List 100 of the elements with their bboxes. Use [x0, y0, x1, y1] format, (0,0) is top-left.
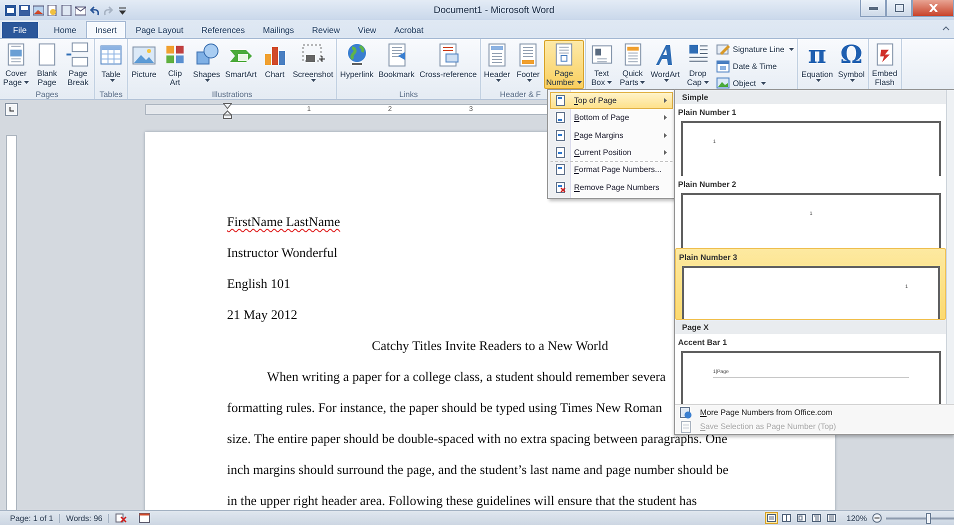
- ribbon-tab[interactable]: References: [193, 22, 253, 38]
- menu-item[interactable]: Page Margins: [550, 126, 673, 144]
- close-icon: [928, 4, 938, 12]
- menu-item[interactable]: Bottom of Page: [550, 109, 673, 127]
- group-label: Illustrations: [210, 90, 254, 99]
- tab-selector[interactable]: [4, 103, 18, 116]
- ribbon-tab[interactable]: Review: [304, 22, 348, 38]
- view-button[interactable]: [780, 512, 793, 524]
- page-icon: [555, 130, 566, 141]
- view-icon: [812, 514, 821, 522]
- page-icon: [555, 112, 566, 124]
- menu-item[interactable]: Format Page Numbers...: [550, 161, 673, 178]
- gallery-item-label: Plain Number 1: [678, 108, 738, 117]
- ribbon-tab[interactable]: Home: [46, 22, 84, 38]
- envelope-icon[interactable]: [75, 4, 86, 16]
- document-icon[interactable]: [61, 4, 72, 16]
- document-text: formatting rules. For instance, the paper should be typed using Times New Roman: [227, 400, 662, 417]
- ribbon-toggle-icon[interactable]: [942, 25, 950, 31]
- page-icon: [555, 164, 566, 176]
- customize-icon[interactable]: [117, 4, 128, 16]
- ribbon-button[interactable]: Page Number: [544, 40, 584, 89]
- view-button[interactable]: [794, 512, 808, 524]
- menu-item[interactable]: Current Position: [550, 144, 673, 162]
- view-icon: [766, 514, 776, 522]
- minimize-button[interactable]: [860, 0, 886, 17]
- page-break-icon: [65, 42, 91, 67]
- ribbon-button[interactable]: Picture: [129, 40, 159, 89]
- page-icon: [680, 420, 692, 432]
- ribbon-tab[interactable]: Page Layout: [128, 22, 192, 38]
- word-count[interactable]: Words: 96: [60, 514, 110, 522]
- macro-icon[interactable]: [139, 513, 150, 523]
- proofing-icon[interactable]: [115, 513, 128, 523]
- ribbon-tab[interactable]: Acrobat: [386, 22, 432, 38]
- globe-page-icon: [680, 406, 692, 418]
- ribbon-button[interactable]: π Equation: [799, 40, 835, 89]
- ribbon-button[interactable]: Chart: [260, 40, 290, 89]
- ribbon-button[interactable]: SmartArt: [223, 40, 259, 89]
- ribbon-button[interactable]: Signature Line: [714, 41, 796, 57]
- close-button[interactable]: [912, 0, 954, 17]
- indent-marker[interactable]: [223, 103, 232, 119]
- ribbon-button[interactable]: Footer: [513, 40, 544, 89]
- ribbon-button[interactable]: Ω Symbol: [836, 40, 867, 89]
- document-text: inch margins should surround the page, and the student’s last name and page number should be: [227, 462, 729, 479]
- ribbon-button[interactable]: Hyperlink: [338, 40, 376, 89]
- app-icon[interactable]: [5, 4, 16, 16]
- ribbon-button[interactable]: Page Break: [63, 40, 93, 89]
- ribbon-tab[interactable]: Insert: [86, 21, 126, 38]
- ribbon-button[interactable]: Quick Parts: [618, 40, 648, 89]
- document-text: When writing a paper for a college class, a student should remember severa: [267, 368, 666, 386]
- zoom-level[interactable]: 120%: [846, 514, 867, 522]
- document-text: Instructor Wonderful: [227, 244, 338, 262]
- ribbon-button[interactable]: Clip Art: [160, 40, 190, 89]
- group-label: Header & F: [498, 90, 542, 99]
- view-button[interactable]: [810, 512, 823, 524]
- maximize-icon: [894, 4, 904, 12]
- menu-item[interactable]: Top of Page: [550, 92, 673, 110]
- ribbon-button[interactable]: Drop Cap: [682, 40, 713, 89]
- zoom-out-icon[interactable]: [872, 513, 882, 523]
- ribbon-button[interactable]: Cover Page: [1, 40, 31, 89]
- submenu-arrow-icon: [664, 115, 667, 120]
- view-button[interactable]: [764, 512, 778, 524]
- gallery-item-label: Plain Number 2: [678, 180, 738, 189]
- ribbon-tab[interactable]: View: [350, 22, 384, 38]
- minimize-icon: [868, 6, 878, 10]
- view-button[interactable]: [824, 512, 838, 524]
- undo-icon[interactable]: [89, 4, 100, 16]
- preview-icon[interactable]: [47, 4, 58, 16]
- ribbon-button[interactable]: Text Box: [586, 40, 617, 89]
- ribbon-button[interactable]: Bookmark: [376, 40, 417, 89]
- menu-item[interactable]: Remove Page Numbers: [550, 178, 673, 196]
- gallery-command[interactable]: More Page Numbers from Office.com: [675, 406, 954, 418]
- page-count[interactable]: Page: 1 of 1: [4, 514, 60, 522]
- ribbon-button[interactable]: Table: [96, 40, 126, 89]
- scrollbar[interactable]: [946, 90, 954, 404]
- window-title: Document1 - Microsoft Word: [432, 4, 556, 16]
- page-icon: [555, 95, 566, 106]
- ribbon-button[interactable]: Cross-reference: [418, 40, 479, 89]
- ribbon-button[interactable]: Date & Time: [714, 58, 796, 74]
- view-icon: [826, 514, 836, 522]
- group-label: Links: [398, 90, 419, 99]
- ribbon-button[interactable]: Shapes: [191, 40, 222, 89]
- ribbon-button[interactable]: Blank Page: [32, 40, 62, 89]
- ribbon-tab[interactable]: Mailings: [254, 22, 302, 38]
- ribbon-button[interactable]: WordArt: [648, 40, 682, 89]
- submenu-arrow-icon: [664, 150, 667, 156]
- document-text: FirstName LastName: [227, 214, 340, 231]
- ribbon-tab[interactable]: File: [2, 22, 38, 38]
- view-icon: [796, 514, 806, 522]
- document-text: English 101: [227, 276, 290, 293]
- gallery-item-label: Plain Number 3: [679, 253, 738, 262]
- group-label: Tables: [98, 90, 124, 99]
- maximize-button[interactable]: [886, 0, 912, 17]
- ribbon-button[interactable]: Screenshot: [290, 40, 336, 89]
- picture-icon[interactable]: [33, 4, 44, 16]
- ribbon-button[interactable]: Header: [482, 40, 512, 89]
- save-icon[interactable]: [19, 4, 30, 16]
- zoom-slider-thumb[interactable]: [926, 512, 932, 524]
- ribbon-button[interactable]: Embed Flash: [870, 40, 900, 89]
- gallery-section-header: Page X: [675, 320, 946, 334]
- document-text: size. The entire paper should be double-spaced with no extra spacing between paragraphs. One: [227, 430, 728, 448]
